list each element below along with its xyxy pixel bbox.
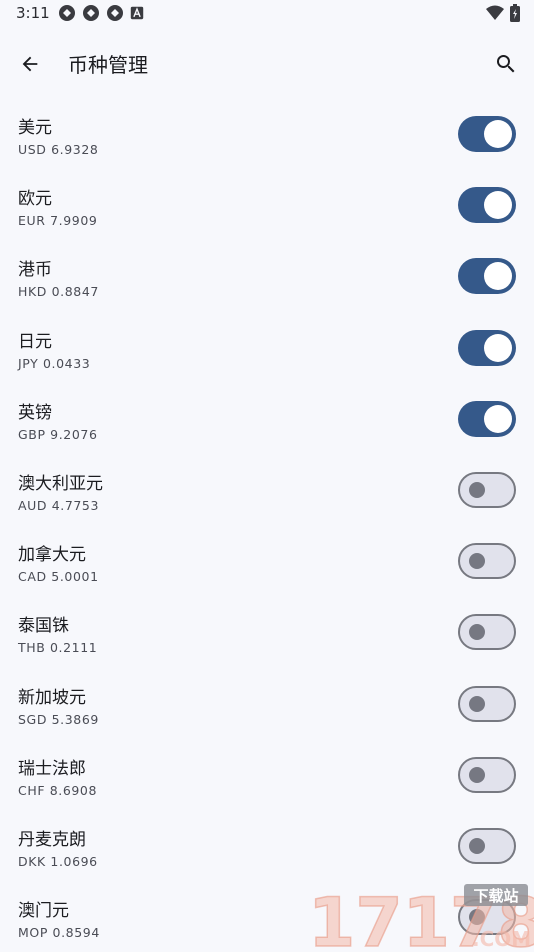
currency-name: 英镑 [18,402,52,423]
status-bar: 3:11 [0,0,534,28]
currency-row-usd[interactable]: 美元 USD 6.9328 [0,98,534,169]
currency-name: 丹麦克朗 [18,829,86,850]
currency-name: 港币 [18,260,52,281]
currency-rate: MOP 0.8594 [18,925,100,941]
currency-toggle[interactable] [458,614,516,651]
currency-row-aud[interactable]: 澳大利亚元 AUD 4.7753 [0,454,534,525]
toggle-knob [484,404,512,433]
toggle-knob [484,262,512,291]
currency-name: 瑞士法郎 [18,758,86,779]
currency-rate: DKK 1.0696 [18,853,98,869]
currency-toggle[interactable] [458,827,516,864]
search-button[interactable] [490,48,522,80]
watermark-badge: 下载站 [473,887,518,905]
currency-name: 美元 [18,118,52,138]
currency-toggle[interactable] [458,116,516,152]
watermark-suffix: .COM [472,927,531,950]
status-icons-left [58,4,144,22]
currency-row-cad[interactable]: 加拿大元 CAD 5.0001 [0,525,534,596]
toggle-knob [484,333,512,362]
toggle-knob [469,837,485,854]
currency-rate: CAD 5.0001 [18,569,99,585]
currency-rate: EUR 7.9909 [18,213,98,229]
currency-row-chf[interactable]: 瑞士法郎 CHF 8.6908 [0,739,534,810]
currency-rate: AUD 4.7753 [18,497,100,513]
back-button[interactable] [14,48,46,80]
currency-row-thb[interactable]: 泰国铢 THB 0.2111 [0,596,534,667]
status-time: 3:11 [16,4,50,22]
toggle-knob [484,120,512,148]
battery-icon [510,4,520,22]
sync-icon [59,5,75,21]
currency-toggle[interactable] [458,756,516,793]
currency-rate: SGD 5.3869 [18,711,99,727]
sync-icon [83,5,99,21]
status-icons-right [486,4,520,22]
toggle-knob [469,766,485,783]
currency-row-eur[interactable]: 欧元 EUR 7.9909 [0,169,534,240]
a-box-icon [130,6,144,20]
page-title: 币种管理 [68,53,148,77]
currency-rate: CHF 8.6908 [18,782,98,798]
app-bar: 币种管理 [0,36,534,88]
currency-toggle[interactable] [458,400,516,437]
currency-rate: JPY 0.0433 [18,355,91,371]
arrow-back-icon [22,56,38,72]
currency-name: 日元 [18,331,52,352]
toggle-knob [469,695,485,712]
currency-toggle[interactable] [458,187,516,224]
currency-toggle[interactable] [458,685,516,722]
currency-toggle[interactable] [458,258,516,295]
currency-rate: HKD 0.8847 [18,284,99,300]
toggle-knob [469,553,485,570]
currency-row-gbp[interactable]: 英镑 GBP 9.2076 [0,383,534,454]
currency-toggle[interactable] [458,543,516,580]
currency-name: 欧元 [18,189,52,210]
wifi-icon [486,5,504,20]
currency-name: 澳门元 [18,901,69,922]
currency-row-hkd[interactable]: 港币 HKD 0.8847 [0,240,534,311]
currency-row-sgd[interactable]: 新加坡元 SGD 5.3869 [0,668,534,739]
currency-rate: USD 6.9328 [18,142,99,157]
currency-row-jpy[interactable]: 日元 JPY 0.0433 [0,312,534,383]
currency-row-dkk[interactable]: 丹麦克朗 DKK 1.0696 [0,810,534,881]
currency-toggle[interactable] [458,471,516,508]
toggle-knob [469,624,485,641]
watermark-logo: 17178 下载站 .COM [307,883,534,950]
currency-rate: GBP 9.2076 [18,426,98,442]
currency-name: 泰国铢 [18,616,69,637]
currency-list: 美元 USD 6.9328 欧元 EUR 7.9909 港币 HKD 0.884… [0,98,534,952]
search-icon [497,55,515,73]
currency-name: 新加坡元 [18,687,86,708]
currency-rate: THB 0.2111 [18,640,98,656]
toggle-knob [469,481,485,498]
currency-toggle[interactable] [458,329,516,366]
currency-name: 加拿大元 [18,545,86,566]
toggle-knob [484,191,512,220]
sync-icon [107,5,123,21]
currency-name: 澳大利亚元 [18,473,103,494]
